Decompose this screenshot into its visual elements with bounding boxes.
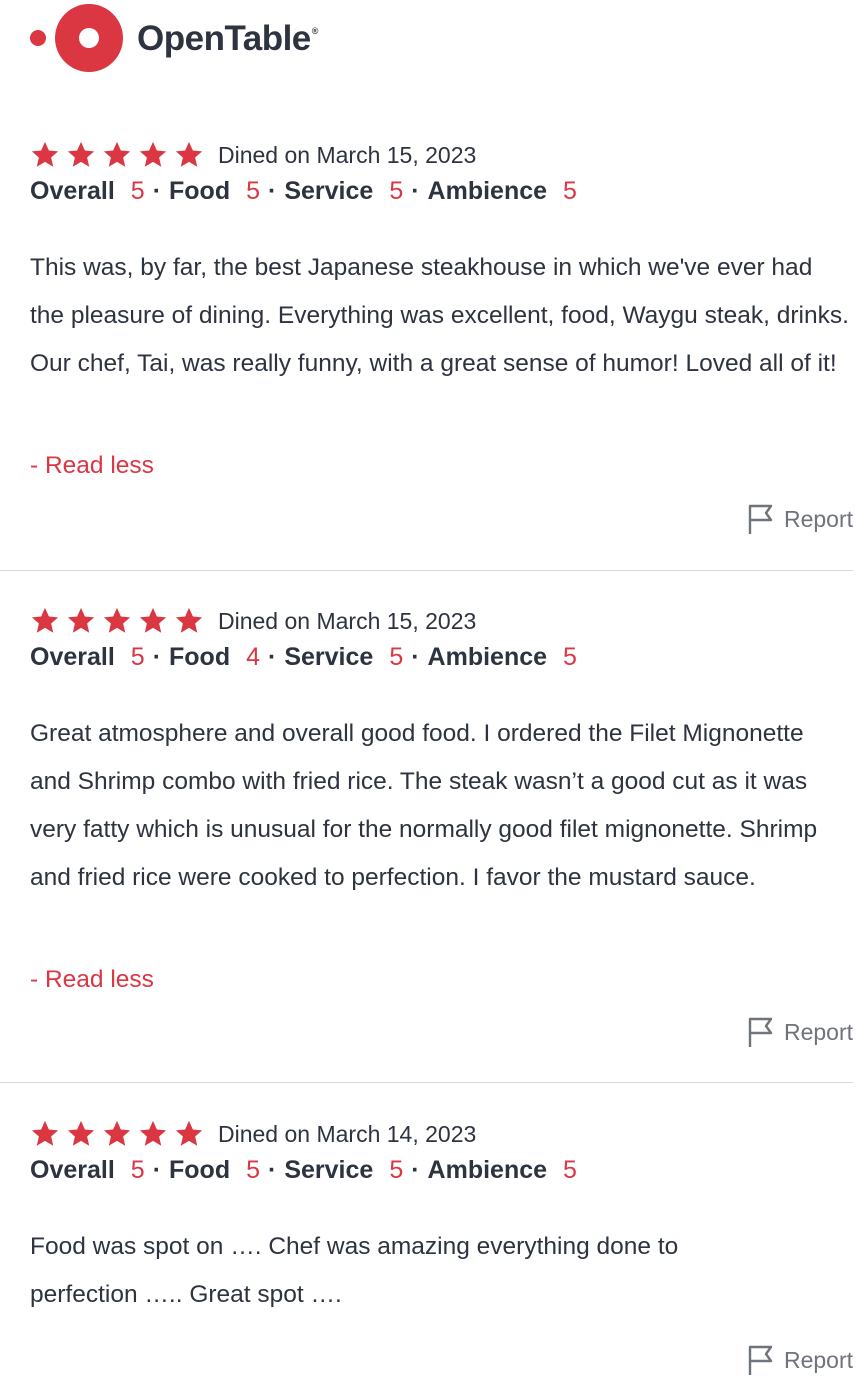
star-icon	[175, 607, 203, 633]
read-less-link[interactable]: - Read less	[30, 451, 154, 481]
report-label: Report	[783, 1347, 853, 1373]
star-icon	[139, 141, 167, 167]
review-text: Great atmosphere and overall good food. …	[30, 720, 818, 891]
rating-breakdown: Overall 5 · Food 5 · Service 5 · Ambience 5	[30, 1155, 577, 1184]
star-icon	[139, 1120, 167, 1146]
opentable-logo[interactable]: OpenTable®	[30, 4, 318, 72]
rating-label: Food	[169, 176, 231, 205]
rating-value: 5	[563, 642, 577, 671]
report-button[interactable]: Report	[748, 504, 853, 535]
rating-value: 5	[246, 1155, 261, 1184]
rating-value: 5	[563, 1155, 577, 1184]
review-divider	[0, 1082, 853, 1083]
logo-dot-icon	[30, 30, 46, 46]
rating-label: Food	[169, 1155, 231, 1184]
rating-breakdown: Overall 5 · Food 4 · Service 5 · Ambience 5	[30, 642, 577, 671]
report-label: Report	[783, 506, 853, 532]
read-less-link[interactable]: - Read less	[30, 965, 154, 995]
star-icon	[139, 607, 167, 633]
star-icon	[103, 1120, 131, 1146]
dined-date: Dined on March 15, 2023	[218, 607, 477, 634]
rating-label: Ambience	[427, 1155, 548, 1184]
rating-value: 5	[389, 176, 404, 205]
rating-label: Overall	[30, 1155, 115, 1184]
star-icon	[67, 1120, 95, 1146]
star-icon	[31, 1120, 59, 1146]
rating-label: Service	[284, 176, 374, 205]
rating-value: 5	[130, 1155, 145, 1184]
rating-value: 4	[246, 642, 261, 671]
logo-circle-icon	[55, 4, 123, 72]
rating-label: Service	[284, 1155, 374, 1184]
rating-label: Ambience	[427, 642, 548, 671]
report-button[interactable]: Report	[748, 1017, 853, 1048]
rating-value: 5	[389, 1155, 404, 1184]
star-icon	[175, 1120, 203, 1146]
flag-icon	[748, 1017, 773, 1047]
star-icon	[103, 607, 131, 633]
report-label: Report	[783, 1019, 853, 1045]
rating-label: Overall	[30, 176, 115, 205]
rating-value: 5	[246, 176, 261, 205]
star-rating: Dined on March 14, 2023	[30, 1119, 476, 1149]
dined-date: Dined on March 14, 2023	[218, 1120, 477, 1147]
logo-wordmark: OpenTable®	[137, 18, 318, 58]
report-button[interactable]: Report	[748, 1345, 853, 1376]
flag-icon	[748, 504, 773, 534]
rating-label: Food	[169, 642, 231, 671]
review-card: Dined on March 15, 2023 Overall 5 · Food 5 ·…	[0, 140, 853, 570]
rating-value: 5	[389, 642, 404, 671]
rating-value: 5	[130, 176, 145, 205]
flag-icon	[748, 1345, 773, 1375]
star-icon	[67, 141, 95, 167]
review-card: Dined on March 14, 2023 Overall 5 · Food 5 ·…	[0, 1119, 853, 1393]
rating-breakdown: Overall 5 · Food 5 · Service 5 · Ambience 5	[30, 176, 577, 205]
dined-date: Dined on March 15, 2023	[218, 141, 477, 168]
review-divider	[0, 570, 853, 571]
star-icon	[103, 141, 131, 167]
rating-value: 5	[563, 176, 577, 205]
rating-label: Service	[284, 642, 374, 671]
review-text: Food was spot on …. Chef was amazing eve…	[30, 1233, 679, 1308]
star-rating: Dined on March 15, 2023	[30, 140, 476, 170]
star-icon	[67, 607, 95, 633]
review-card: Dined on March 15, 2023 Overall 5 · Food 4 ·…	[0, 606, 853, 1082]
star-rating: Dined on March 15, 2023	[30, 606, 476, 636]
star-icon	[31, 141, 59, 167]
rating-value: 5	[130, 642, 145, 671]
review-text: This was, by far, the best Japanese stea…	[30, 254, 849, 377]
star-icon	[31, 607, 59, 633]
rating-label: Ambience	[427, 176, 548, 205]
star-icon	[175, 141, 203, 167]
rating-label: Overall	[30, 642, 115, 671]
